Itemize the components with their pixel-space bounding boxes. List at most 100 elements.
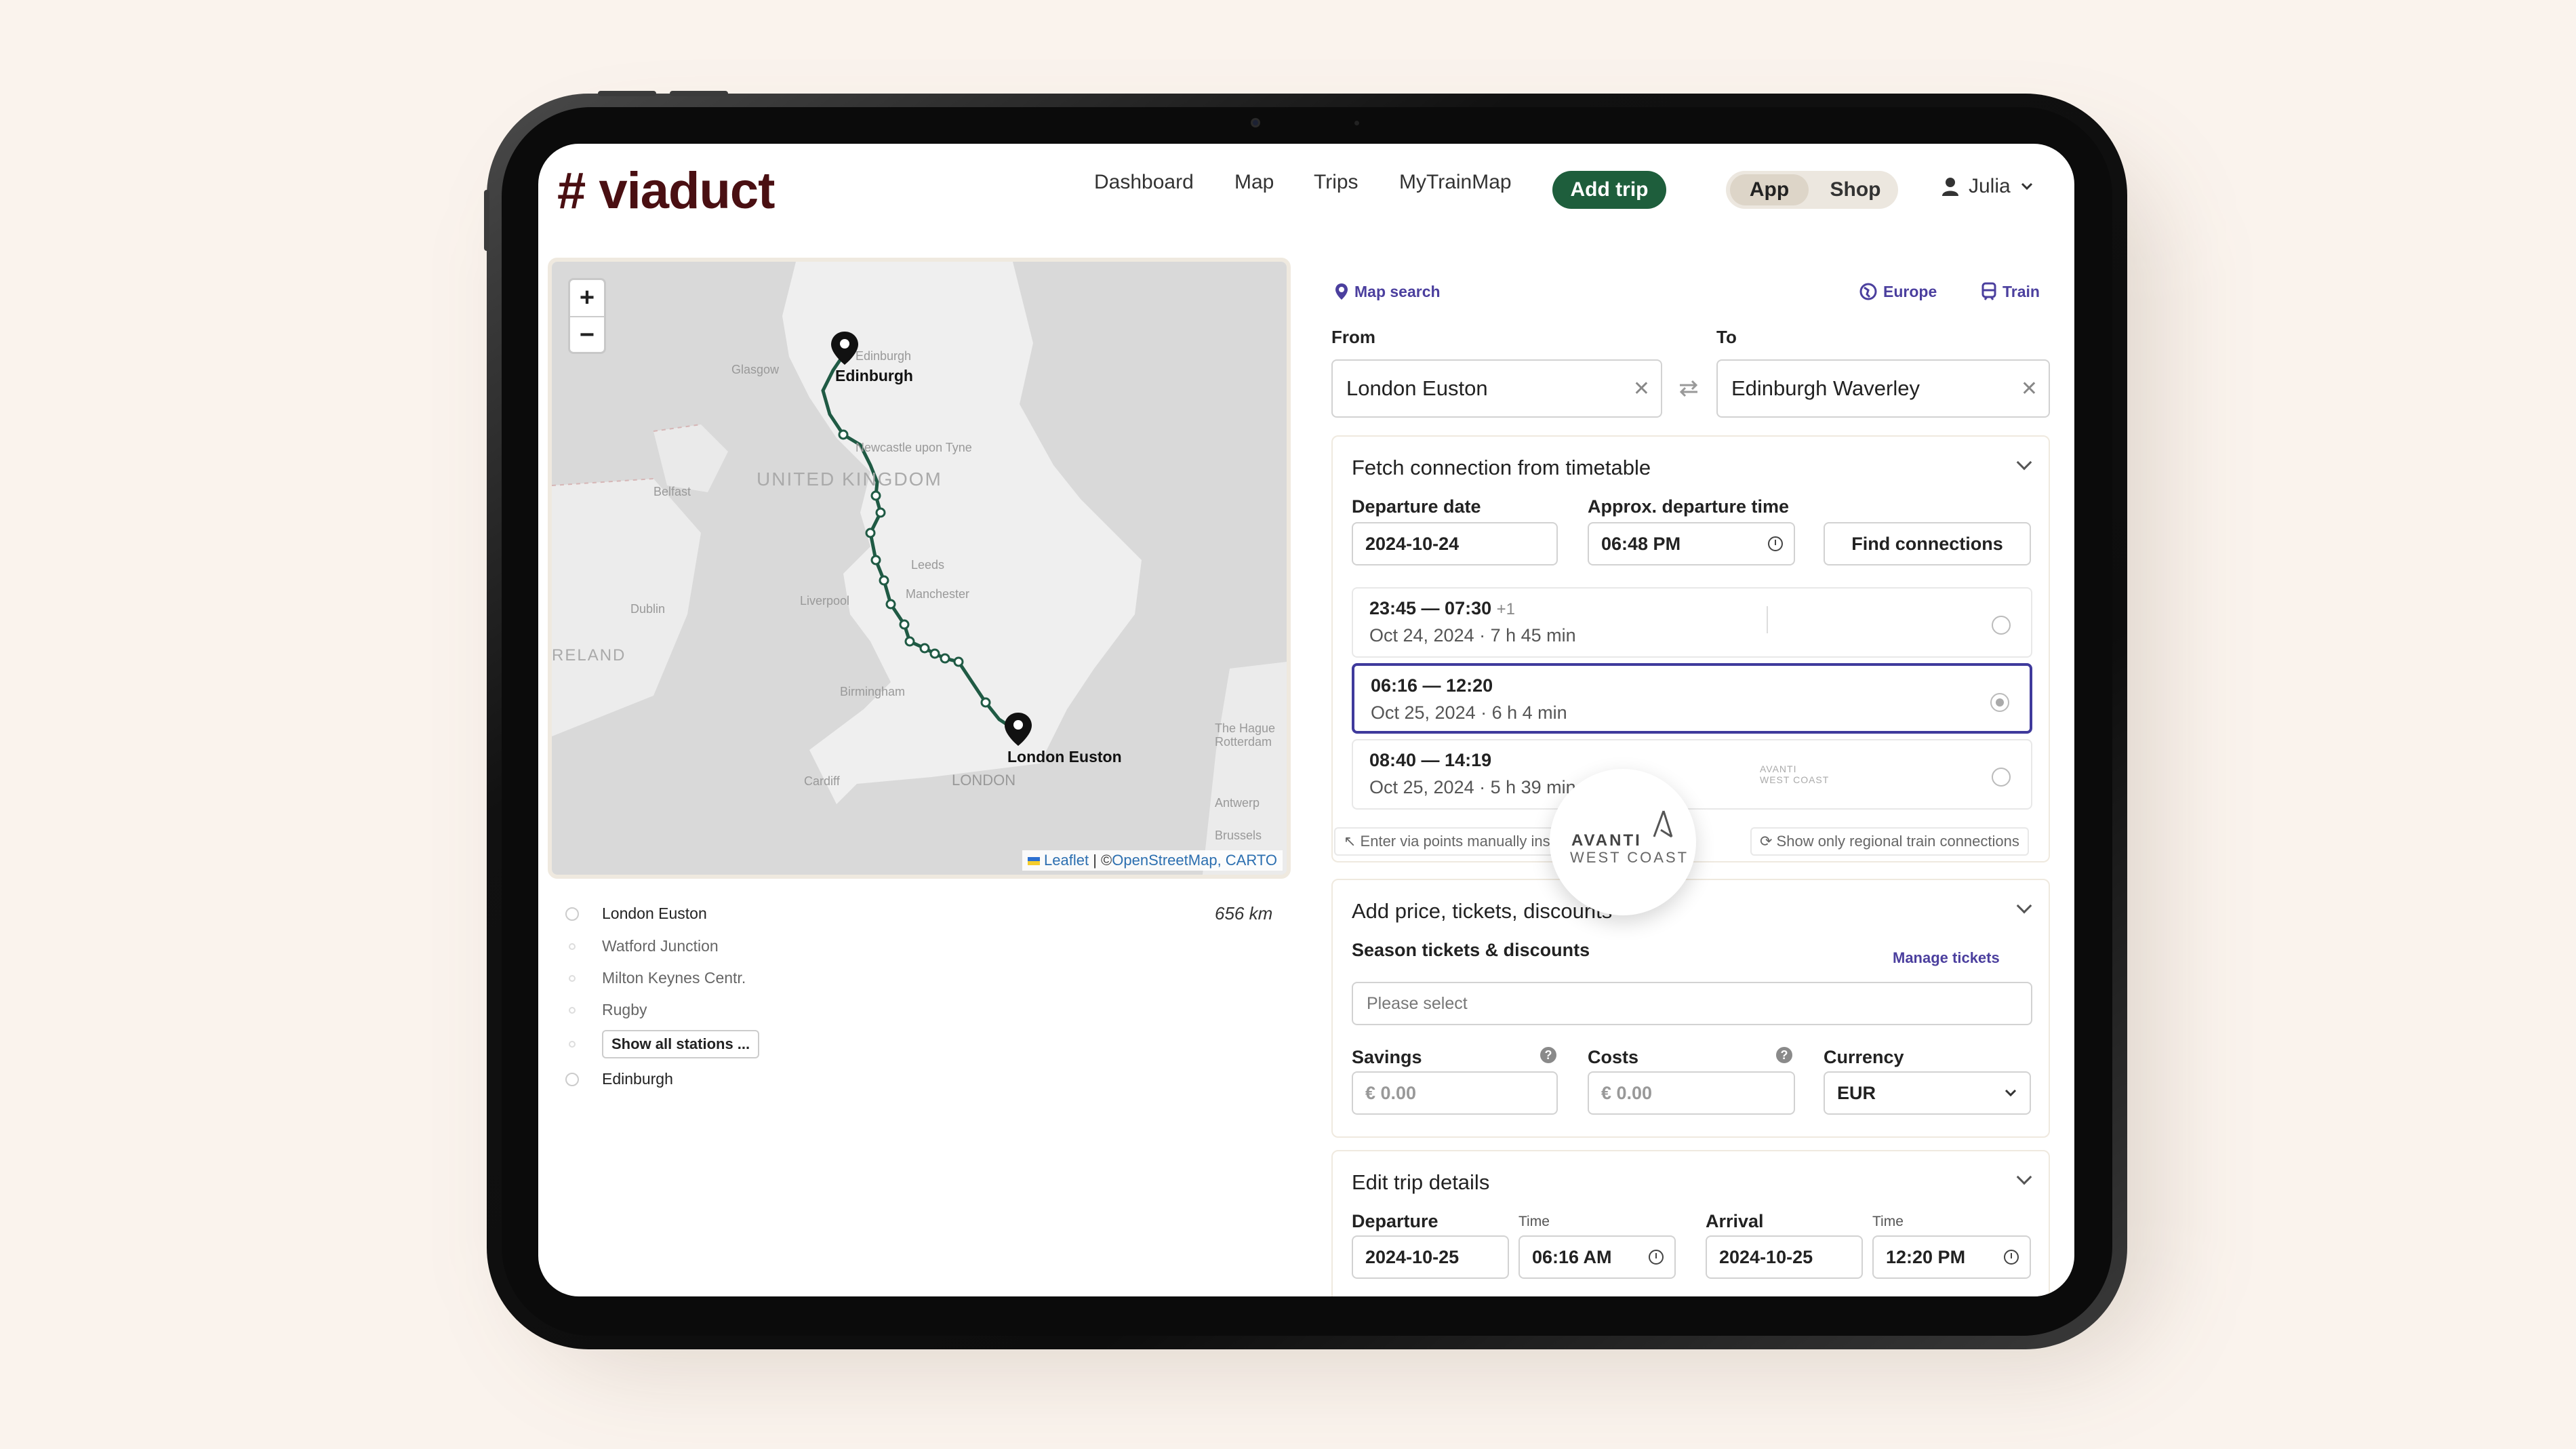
carto-link[interactable]: , CARTO: [1217, 852, 1277, 869]
departure-date-input[interactable]: 2024-10-25: [1352, 1235, 1509, 1279]
connection-time: 06:16 — 12:20: [1371, 675, 1493, 696]
time-range: 06:16 — 12:20: [1371, 675, 1493, 696]
operator-logo: [1767, 606, 1800, 633]
savings-input[interactable]: € 0.00: [1352, 1071, 1558, 1115]
add-trip-button[interactable]: Add trip: [1552, 171, 1666, 209]
list-item[interactable]: Rugby: [565, 1001, 647, 1019]
to-label: To: [1716, 327, 1737, 347]
price-title[interactable]: Add price, tickets, discounts: [1352, 899, 1612, 924]
user-menu[interactable]: Julia: [1941, 175, 2034, 198]
connection-details: Oct 25, 2024 · 5 h 39 min: [1369, 777, 1576, 797]
departure-date-label: Departure date: [1352, 496, 1481, 517]
station-name: Milton Keynes Centr.: [602, 969, 746, 987]
london-marker-label: London Euston: [1007, 748, 1122, 766]
nav-mytrainmap[interactable]: MyTrainMap: [1399, 171, 1512, 194]
connection-option[interactable]: 08:40 — 14:19 Oct 25, 2024 · 5 h 39 min …: [1352, 739, 2032, 810]
map-canvas[interactable]: Edinburgh Glasgow Newcastle upon Tyne Be…: [552, 262, 1287, 875]
nav-map[interactable]: Map: [1234, 171, 1274, 194]
show-all-stations-button[interactable]: Show all stations ...: [602, 1030, 760, 1058]
chevron-down-icon[interactable]: [2016, 1169, 2032, 1185]
station-name: London Euston: [602, 905, 707, 922]
departure-time-input[interactable]: 06:16 AM: [1518, 1235, 1676, 1279]
map-label: Edinburgh: [856, 349, 911, 363]
station-dot: [569, 942, 576, 950]
arrival-label: Arrival: [1706, 1211, 1764, 1231]
mode-selector[interactable]: Train: [1981, 282, 2040, 301]
radio-button[interactable]: [1990, 693, 2009, 712]
costs-input[interactable]: € 0.00: [1588, 1071, 1795, 1115]
trip-details-card: Edit trip details Departure 2024-10-25 T…: [1331, 1150, 2050, 1296]
regional-label: Show only regional train connections: [1776, 833, 2019, 850]
map-search-link[interactable]: Map search: [1334, 282, 1441, 301]
help-icon[interactable]: ?: [1776, 1047, 1792, 1063]
to-input[interactable]: Edinburgh Waverley ✕: [1716, 359, 2050, 418]
volume-button: [598, 91, 656, 96]
connection-time: 08:40 — 14:19: [1369, 750, 1491, 771]
operator-name: AVANTI: [1571, 831, 1642, 850]
clear-icon[interactable]: ✕: [1633, 377, 1650, 401]
app-shop-toggle: App Shop: [1726, 171, 1898, 209]
connection-option-selected[interactable]: 06:16 — 12:20 Oct 25, 2024 · 6 h 4 min: [1352, 663, 2032, 734]
departure-date-input[interactable]: 2024-10-24: [1352, 522, 1558, 565]
connection-option[interactable]: 23:45 — 07:30 +1 Oct 24, 2024 · 7 h 45 m…: [1352, 587, 2032, 658]
zoom-control: + −: [568, 278, 606, 354]
arrival-date-input[interactable]: 2024-10-25: [1706, 1235, 1863, 1279]
chevron-down-icon[interactable]: [2016, 898, 2032, 914]
connection-duration: 6 h 4 min: [1491, 702, 1567, 723]
trip-details-title[interactable]: Edit trip details: [1352, 1170, 1489, 1195]
toggle-app[interactable]: App: [1730, 174, 1809, 205]
time-range: 08:40 — 14:19: [1369, 750, 1492, 770]
connection-duration: 7 h 45 min: [1490, 625, 1576, 646]
list-item[interactable]: London Euston: [565, 905, 707, 923]
help-icon[interactable]: ?: [1540, 1047, 1556, 1063]
regional-filter-link[interactable]: ⟳ Show only regional train connections: [1750, 827, 2029, 856]
leaflet-link[interactable]: Leaflet: [1044, 852, 1089, 869]
zoom-in-button[interactable]: +: [570, 280, 604, 316]
day-offset: +1: [1496, 600, 1516, 618]
timetable-title[interactable]: Fetch connection from timetable: [1352, 456, 1651, 480]
map-label: RELAND: [552, 646, 626, 664]
nav-trips[interactable]: Trips: [1314, 171, 1359, 194]
osm-link[interactable]: OpenStreetMap: [1112, 852, 1217, 869]
currency-select[interactable]: EUR: [1824, 1071, 2031, 1115]
connection-duration: 5 h 39 min: [1490, 777, 1576, 797]
route-map[interactable]: Edinburgh Glasgow Newcastle upon Tyne Be…: [548, 258, 1291, 879]
list-item[interactable]: Milton Keynes Centr.: [565, 969, 746, 987]
from-input[interactable]: London Euston ✕: [1331, 359, 1662, 418]
clear-icon[interactable]: ✕: [2021, 377, 2038, 401]
season-tickets-select[interactable]: Please select: [1352, 982, 2032, 1025]
map-attribution: Leaflet | ©OpenStreetMap, CARTO: [1022, 850, 1283, 871]
swap-icon[interactable]: [1677, 378, 1700, 399]
map-label: The Hague: [1215, 721, 1275, 735]
station-dot: [569, 1041, 576, 1048]
currency-label: Currency: [1824, 1047, 1904, 1067]
sensor: [1354, 121, 1359, 125]
globe-icon: [1859, 283, 1877, 300]
manage-tickets-link[interactable]: Manage tickets: [1893, 949, 2000, 967]
map-label: LONDON: [952, 772, 1015, 789]
toggle-shop[interactable]: Shop: [1818, 174, 1893, 205]
radio-button[interactable]: [1992, 768, 2011, 787]
currency-value: EUR: [1837, 1082, 1876, 1103]
operator-subname: WEST COAST: [1760, 774, 1830, 785]
list-item[interactable]: Edinburgh: [565, 1070, 673, 1088]
operator-logo: AVANTI WEST COAST: [1760, 763, 1829, 785]
radio-button[interactable]: [1992, 616, 2011, 635]
chevron-down-icon[interactable]: [2016, 454, 2032, 471]
nav-dashboard[interactable]: Dashboard: [1094, 171, 1194, 194]
find-connections-button[interactable]: Find connections: [1824, 522, 2031, 565]
list-item[interactable]: Watford Junction: [565, 937, 719, 955]
connection-date: Oct 25, 2024: [1371, 702, 1476, 723]
departure-time-input[interactable]: 06:48 PM: [1588, 522, 1795, 565]
clock-icon: [2004, 1250, 2019, 1265]
map-label: Liverpool: [800, 594, 849, 608]
arrival-time-label: Time: [1872, 1214, 1904, 1229]
station-name: Rugby: [602, 1001, 647, 1018]
chevron-down-icon: [2021, 182, 2032, 191]
zoom-out-button[interactable]: −: [570, 316, 604, 352]
route-distance: 656 km: [1215, 903, 1273, 924]
region-selector[interactable]: Europe: [1859, 282, 1937, 301]
arrival-time-input[interactable]: 12:20 PM: [1872, 1235, 2031, 1279]
station-dot: [569, 974, 576, 982]
app-logo[interactable]: # viaduct: [557, 161, 775, 220]
